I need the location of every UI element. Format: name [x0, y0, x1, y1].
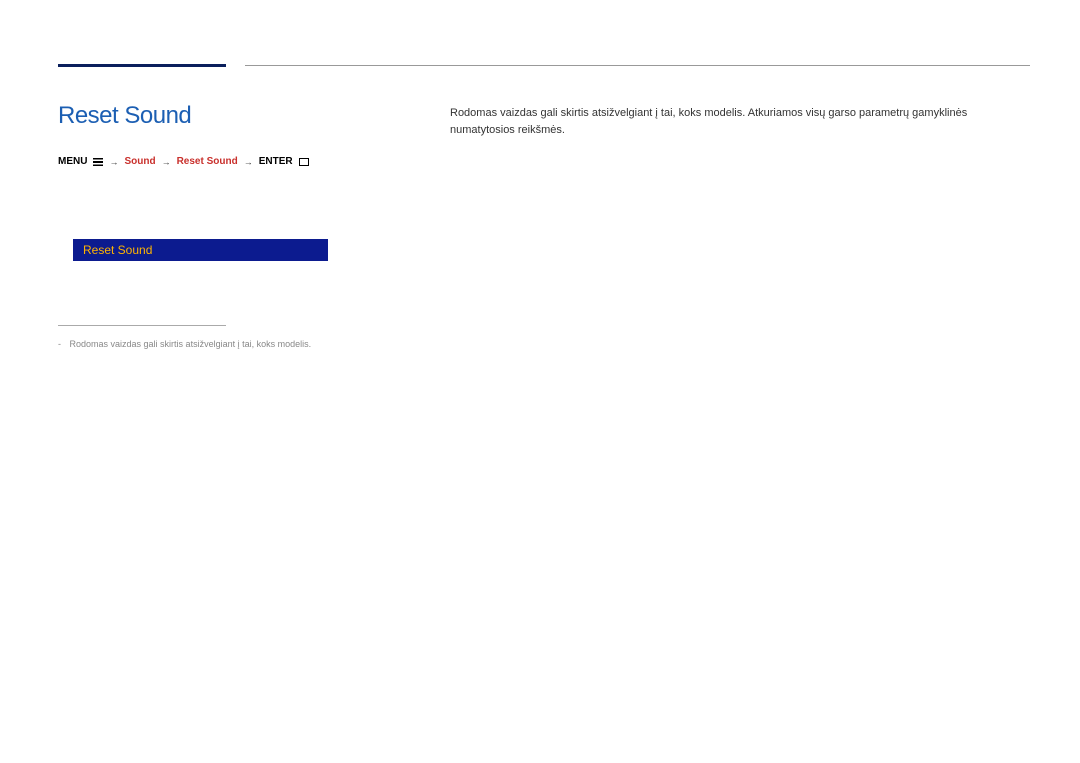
- header-accent-bar: [58, 64, 226, 67]
- footnote: - Rodomas vaizdas gali skirtis atsižvelg…: [58, 339, 311, 349]
- arrow-icon: →: [162, 157, 171, 167]
- breadcrumb-menu: MENU: [58, 156, 87, 167]
- menu-item-reset-sound[interactable]: Reset Sound: [73, 239, 328, 261]
- arrow-icon: →: [244, 157, 253, 167]
- header-divider: [245, 65, 1030, 66]
- arrow-icon: →: [109, 157, 118, 167]
- footnote-text: Rodomas vaizdas gali skirtis atsižvelgia…: [70, 339, 312, 349]
- breadcrumb-sound: Sound: [124, 156, 155, 167]
- enter-icon: [299, 158, 309, 166]
- breadcrumb: MENU → Sound → Reset Sound → ENTER: [58, 156, 309, 167]
- page-title: Reset Sound: [58, 102, 191, 130]
- breadcrumb-enter: ENTER: [259, 156, 293, 167]
- menu-icon: [93, 158, 103, 166]
- footnote-dash: -: [58, 339, 61, 349]
- breadcrumb-reset-sound: Reset Sound: [177, 156, 238, 167]
- description-text: Rodomas vaizdas gali skirtis atsižvelgia…: [450, 105, 1030, 138]
- footnote-divider: [58, 325, 226, 326]
- menu-panel: Reset Sound: [73, 239, 328, 261]
